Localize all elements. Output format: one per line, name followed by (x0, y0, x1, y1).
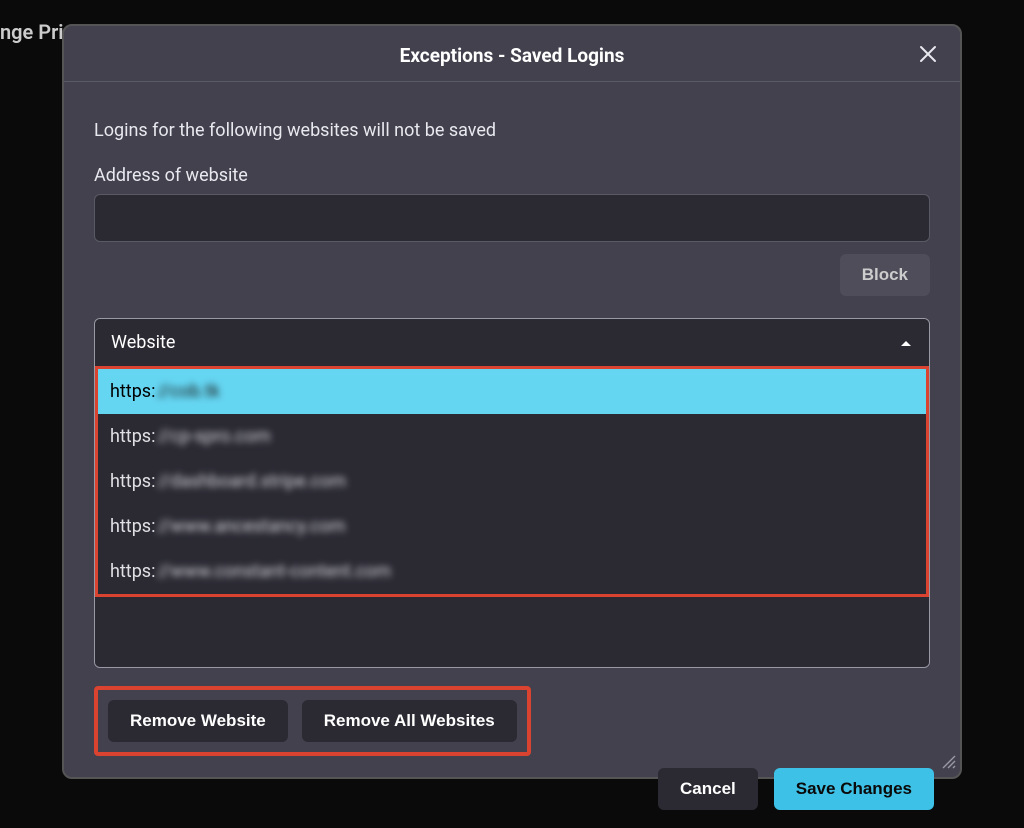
row-prefix: https: (110, 426, 155, 447)
cancel-button[interactable]: Cancel (658, 768, 758, 810)
table-row[interactable]: https: //cob.tk (98, 369, 926, 414)
dialog-footer: Cancel Save Changes (64, 756, 960, 828)
block-button[interactable]: Block (840, 254, 930, 296)
table-header-label: Website (111, 332, 175, 353)
address-label: Address of website (94, 165, 930, 186)
address-input[interactable] (94, 194, 930, 242)
exceptions-dialog: Exceptions - Saved Logins Logins for the… (62, 24, 962, 779)
remove-buttons-highlight: Remove Website Remove All Websites (94, 686, 531, 756)
website-table: Website https: //cob.tk https: //cp-spro… (94, 318, 930, 668)
row-rest: //cp-spro.com (157, 426, 270, 447)
row-rest: //dashboard.stripe.com (157, 471, 346, 492)
table-header[interactable]: Website (95, 319, 929, 366)
dialog-header: Exceptions - Saved Logins (64, 26, 960, 82)
after-list: Remove Website Remove All Websites (94, 686, 930, 756)
table-row[interactable]: https: //cp-spro.com (98, 414, 926, 459)
close-icon (918, 44, 938, 64)
row-prefix: https: (110, 471, 155, 492)
remove-website-button[interactable]: Remove Website (108, 700, 288, 742)
remove-all-websites-button[interactable]: Remove All Websites (302, 700, 517, 742)
resize-grip-icon[interactable] (942, 754, 956, 773)
row-rest: //www.ancestancy.com (157, 516, 345, 537)
block-row: Block (94, 254, 930, 296)
dialog-body: Logins for the following websites will n… (64, 82, 960, 756)
save-changes-button[interactable]: Save Changes (774, 768, 934, 810)
close-button[interactable] (914, 40, 942, 68)
row-prefix: https: (110, 561, 155, 582)
table-row[interactable]: https: //dashboard.stripe.com (98, 459, 926, 504)
sort-ascending-icon (899, 338, 913, 348)
list-empty-area (95, 597, 929, 667)
row-rest: //cob.tk (157, 381, 219, 402)
dialog-title: Exceptions - Saved Logins (400, 44, 625, 67)
website-list-highlight: https: //cob.tk https: //cp-spro.com htt… (95, 366, 929, 597)
table-row[interactable]: https: //www.constant-content.com (98, 549, 926, 594)
table-row[interactable]: https: //www.ancestancy.com (98, 504, 926, 549)
dialog-description: Logins for the following websites will n… (94, 120, 930, 141)
row-prefix: https: (110, 516, 155, 537)
row-prefix: https: (110, 381, 155, 402)
row-rest: //www.constant-content.com (157, 561, 391, 582)
